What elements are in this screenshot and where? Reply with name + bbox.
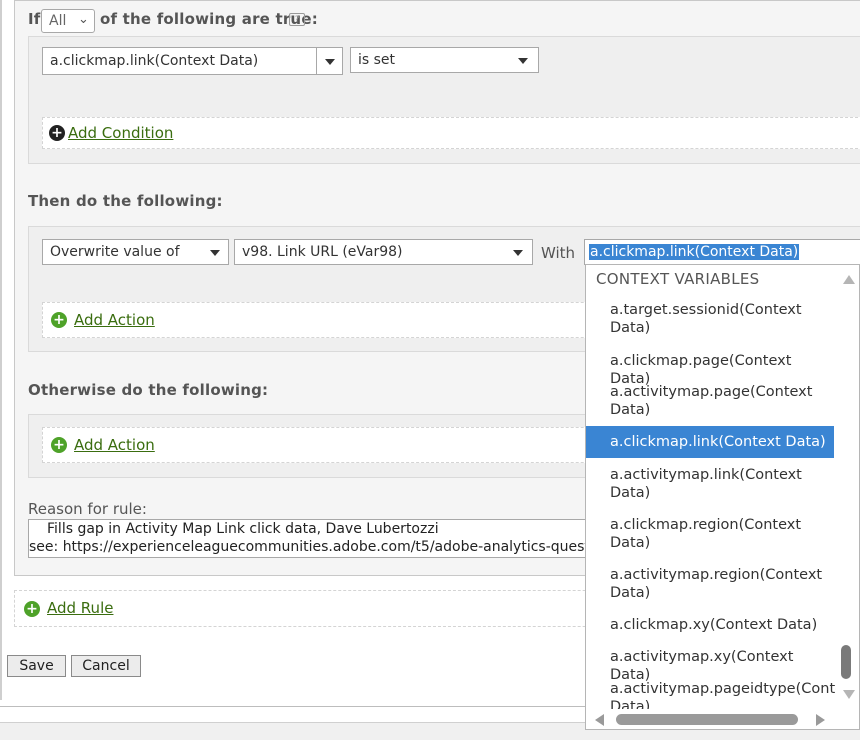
then-header: Then do the following: <box>28 192 223 210</box>
condition-operator-select[interactable]: is set <box>350 47 539 73</box>
match-select[interactable]: All ⌄ <box>41 9 95 33</box>
dropdown-item[interactable]: a.target.sessionid(Context Data) <box>586 301 834 341</box>
otherwise-header: Otherwise do the following: <box>28 381 269 399</box>
scroll-down-icon[interactable] <box>843 690 855 699</box>
scroll-right-icon[interactable] <box>816 714 825 726</box>
if-label: If <box>28 10 41 28</box>
with-label: With <box>541 244 576 262</box>
scroll-left-icon[interactable] <box>595 714 604 726</box>
dropdown-item[interactable]: a.clickmap.xy(Context Data) <box>586 609 834 641</box>
then-target-select[interactable]: v98. Link URL (eVar98) <box>234 239 533 265</box>
reason-line-2: see: https://experienceleaguecommunities… <box>29 539 638 555</box>
add-rule-icon[interactable]: + <box>24 601 40 617</box>
add-action-icon[interactable]: + <box>51 437 67 453</box>
save-button[interactable]: Save <box>7 655 66 677</box>
then-action-value: Overwrite value of <box>50 244 180 260</box>
select-divider <box>316 48 317 74</box>
add-condition-link[interactable]: Add Condition <box>68 124 173 142</box>
dropdown-item[interactable]: a.activitymap.region(Context Data) <box>586 566 834 606</box>
add-rule-link[interactable]: Add Rule <box>47 599 113 617</box>
horizontal-scrollbar-thumb[interactable] <box>616 714 798 725</box>
cancel-button[interactable]: Cancel <box>71 655 141 677</box>
dropdown-item[interactable]: a.clickmap.region(Context Data) <box>586 516 834 556</box>
with-value-text: a.clickmap.link(Context Data) <box>589 244 800 260</box>
condition-field-value: a.clickmap.link(Context Data) <box>50 53 259 69</box>
then-action-select[interactable]: Overwrite value of <box>42 239 229 265</box>
match-select-value: All <box>49 13 67 29</box>
then-add-action-link[interactable]: Add Action <box>74 311 155 329</box>
left-edge-bar <box>0 0 2 700</box>
otherwise-add-action-link[interactable]: Add Action <box>74 436 155 454</box>
vertical-scrollbar[interactable] <box>836 265 859 709</box>
if-suffix-label: of the following are true: <box>100 10 318 28</box>
reason-line-1: Fills gap in Activity Map Link click dat… <box>47 521 439 537</box>
with-value-input[interactable]: a.clickmap.link(Context Data) <box>584 239 860 265</box>
dropdown-item-selected[interactable]: a.clickmap.link(Context Data) <box>586 426 834 458</box>
caret-down-icon <box>325 59 335 65</box>
dropdown-item[interactable]: a.clickmap.page(Context Data) <box>586 345 834 387</box>
dropdown-item[interactable]: a.activitymap.link(Context Data) <box>586 466 834 506</box>
condition-field-select[interactable]: a.clickmap.link(Context Data) <box>42 47 343 75</box>
caret-down-icon <box>513 250 523 256</box>
dropdown-item[interactable]: a.activitymap.xy(Context Data) <box>586 641 834 683</box>
chevron-down-icon: ⌄ <box>78 12 89 27</box>
scroll-up-icon[interactable] <box>843 275 855 284</box>
then-target-value: v98. Link URL (eVar98) <box>242 244 403 260</box>
condition-operator-value: is set <box>358 52 396 68</box>
reason-label: Reason for rule: <box>28 500 147 518</box>
horizontal-scrollbar[interactable] <box>586 709 836 729</box>
tag-help-icon[interactable]: ? <box>289 13 305 26</box>
add-condition-icon[interactable]: + <box>49 125 65 141</box>
caret-down-icon <box>518 58 528 64</box>
dropdown-header: CONTEXT VARIABLES <box>596 270 760 288</box>
context-variable-dropdown[interactable]: CONTEXT VARIABLES a.target.sessionid(Con… <box>585 264 860 730</box>
add-action-icon[interactable]: + <box>51 312 67 328</box>
dropdown-item[interactable]: a.activitymap.page(Context Data) <box>586 383 834 423</box>
caret-down-icon <box>210 250 220 256</box>
scrollbar-thumb[interactable] <box>841 645 851 679</box>
